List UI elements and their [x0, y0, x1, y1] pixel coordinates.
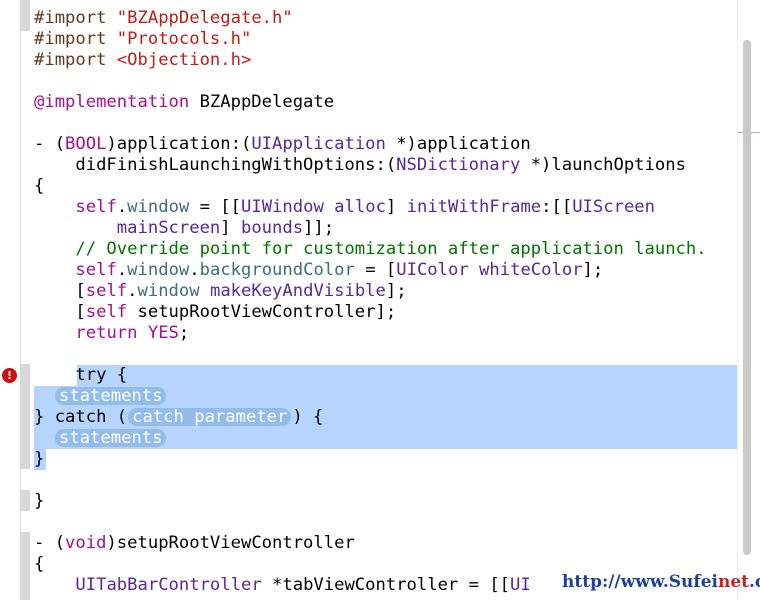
gutter-fold-marker [20, 0, 30, 31]
gutter-fold-marker [20, 364, 30, 469]
code-line-try[interactable]: try { [34, 365, 127, 386]
code-line: statements [54, 428, 167, 449]
gutter-fold-marker [20, 532, 30, 600]
code-line: { [34, 554, 45, 574]
placeholder-token-catch-parameter[interactable]: catch parameter [128, 408, 292, 426]
code-editor[interactable]: #import "BZAppDelegate.h" #import "Proto… [34, 0, 738, 600]
code-line: @implementation BZAppDelegate [34, 92, 335, 112]
code-line: self.window = [[UIWindow alloc] initWith… [75, 197, 655, 217]
code-line: [self setupRootViewController]; [34, 302, 397, 322]
code-line: mainScreen] bounds]]; [116, 218, 335, 238]
scrollbar-thumb[interactable] [743, 40, 751, 555]
code-line: [self.window makeKeyAndVisible]; [34, 281, 407, 301]
placeholder-token-statements[interactable]: statements [55, 387, 167, 405]
code-line: didFinishLaunchingWithOptions:(NSDiction… [34, 155, 686, 175]
code-line: #import "BZAppDelegate.h" [34, 8, 293, 28]
code-line: { [34, 176, 45, 196]
error-badge-icon[interactable]: ! [2, 368, 17, 383]
code-line: - (BOOL)application:(UIApplication *)app… [34, 134, 531, 154]
code-line: } [34, 491, 45, 511]
code-line: - (void)setupRootViewController [34, 533, 355, 553]
code-line: return YES; [75, 323, 190, 343]
code-line: } [34, 449, 45, 469]
code-line: #import "Protocols.h" [34, 29, 252, 49]
placeholder-token-statements[interactable]: statements [55, 429, 167, 447]
code-line: #import <Objection.h> [34, 50, 252, 70]
gutter-fold-marker [20, 490, 30, 511]
watermark: http://www.Sufeinet.com [562, 572, 760, 592]
code-line: } catch (catch parameter) { [34, 407, 324, 427]
code-line: statements [54, 386, 167, 407]
code-line: self.window.backgroundColor = [UIColor w… [75, 260, 604, 280]
line-gutter [0, 0, 21, 600]
code-line: UITabBarController *tabViewController = … [75, 575, 531, 595]
code-comment: // Override point for customization afte… [34, 239, 707, 259]
vertical-scrollbar[interactable] [737, 0, 760, 600]
